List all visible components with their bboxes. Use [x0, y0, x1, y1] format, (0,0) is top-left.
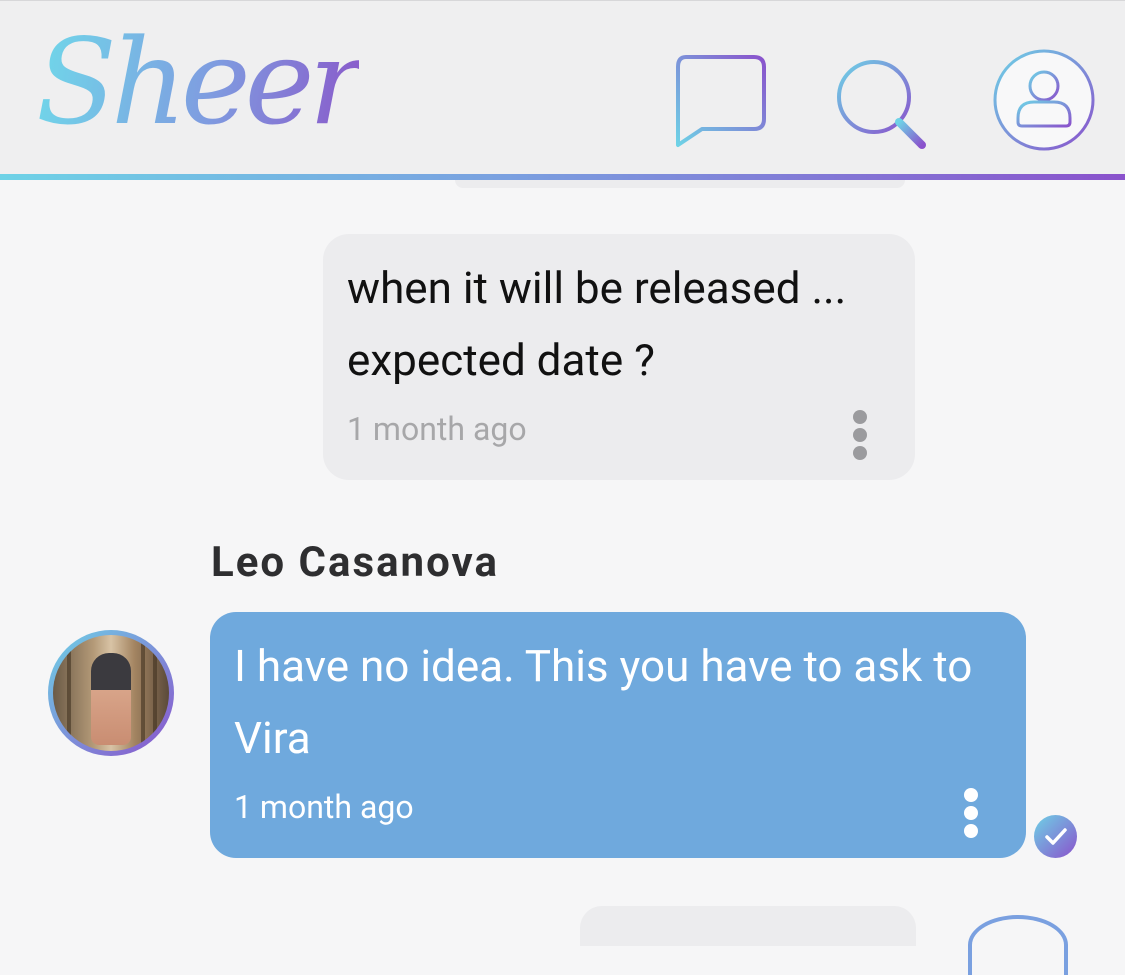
profile-icon [993, 49, 1095, 151]
more-vertical-icon [853, 410, 867, 424]
avatar-bg-bar [67, 635, 71, 751]
check-icon [1044, 827, 1067, 845]
message-text: I have no idea. This you have to ask to … [234, 640, 973, 764]
previous-message-bubble [455, 180, 905, 188]
search-icon [837, 60, 926, 149]
sender-name: Leo Casanova [211, 538, 499, 587]
app-header: Sheer [0, 0, 1125, 175]
message-options-button[interactable] [956, 788, 986, 838]
avatar-photo [53, 635, 169, 751]
chat-menu-icon [676, 55, 766, 147]
message-text: when it will be released ... expected da… [347, 262, 847, 386]
avatar-bg-bar [141, 635, 145, 751]
message-bubble-incoming[interactable]: I have no idea. This you have to ask to … [210, 612, 1026, 858]
next-message-bubble [580, 906, 916, 946]
more-vertical-icon [964, 788, 978, 802]
next-avatar [968, 915, 1068, 975]
search-button[interactable] [834, 57, 930, 153]
more-vertical-dot [964, 806, 978, 820]
more-vertical-dot [853, 446, 867, 460]
message-bubble-outgoing[interactable]: when it will be released ... expected da… [323, 234, 915, 480]
avatar[interactable] [48, 630, 174, 756]
chat-menu-button[interactable] [672, 53, 770, 149]
avatar-bg-bar [153, 635, 157, 751]
message-timestamp: 1 month ago [347, 410, 527, 448]
avatar-figure [91, 653, 131, 745]
more-vertical-dot [964, 824, 978, 838]
message-options-button[interactable] [845, 410, 875, 460]
message-timestamp: 1 month ago [234, 788, 414, 826]
app-logo[interactable]: Sheer [36, 7, 365, 157]
profile-button[interactable] [992, 48, 1096, 152]
more-vertical-dot [853, 428, 867, 442]
read-receipt-icon [1034, 815, 1077, 858]
